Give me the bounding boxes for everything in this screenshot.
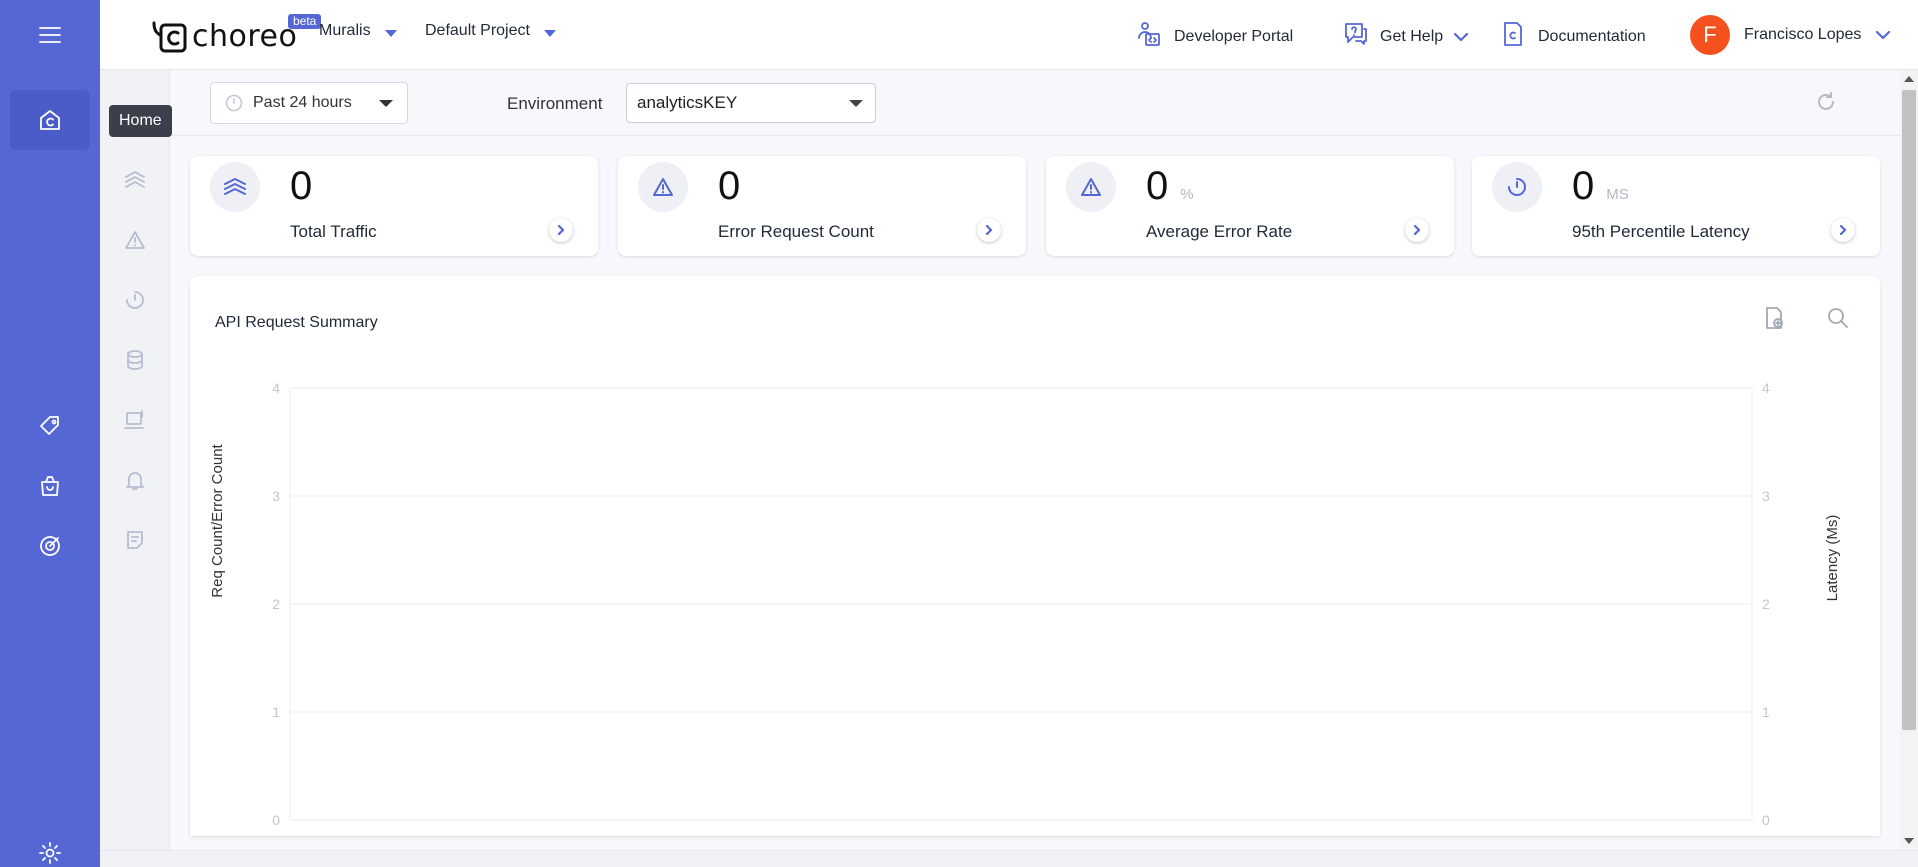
environment-value: analyticsKEY: [637, 93, 738, 112]
get-help-label: Get Help: [1380, 27, 1444, 45]
y-tick-label: 4: [272, 380, 280, 396]
api-request-summary-panel: API Request Summary 01234 01234 Req Coun…: [190, 276, 1880, 836]
chevron-right-icon[interactable]: [1831, 218, 1855, 242]
scrollbar-thumb[interactable]: [1902, 90, 1916, 730]
y2-axis-ticks: 0 1 2 3 4: [1762, 380, 1770, 828]
average-error-rate-label: Average Error Rate: [1146, 222, 1293, 241]
error-request-count-value: 0: [718, 164, 741, 208]
total-traffic-label: Total Traffic: [290, 222, 377, 241]
user-menu[interactable]: F Francisco Lopes: [1690, 15, 1891, 55]
time-range-select[interactable]: Past 24 hours: [210, 82, 408, 124]
documentation-icon: [1500, 20, 1526, 53]
choreo-logo-icon: [152, 21, 187, 53]
get-help-menu[interactable]: Get Help: [1342, 20, 1469, 53]
developer-portal-label: Developer Portal: [1174, 27, 1294, 45]
filter-bar: Past 24 hours Environment analyticsKEY: [170, 70, 1900, 136]
caret-down-icon: [543, 29, 556, 37]
latency-card: 0 MS 95th Percentile Latency: [1472, 156, 1880, 256]
total-traffic-card: 0 Total Traffic: [190, 156, 598, 256]
target-icon[interactable]: [0, 524, 100, 568]
clock-icon: [225, 94, 243, 112]
y2-tick-label: 4: [1762, 380, 1770, 396]
latency-label: 95th Percentile Latency: [1572, 222, 1750, 241]
settings-icon[interactable]: [0, 831, 100, 867]
beta-badge: beta: [288, 14, 322, 29]
secondary-sidebar: [100, 70, 170, 850]
environment-label: Environment: [507, 94, 603, 113]
layers-icon[interactable]: [100, 160, 170, 200]
org-selector[interactable]: Muralis: [319, 22, 397, 40]
latency-unit: MS: [1606, 186, 1629, 203]
warning-icon[interactable]: [100, 220, 170, 260]
time-range-value: Past 24 hours: [253, 94, 352, 111]
user-name: Francisco Lopes: [1744, 26, 1862, 43]
gauge-icon[interactable]: [100, 280, 170, 320]
chevron-right-icon[interactable]: [977, 218, 1001, 242]
choreo-logo[interactable]: choreo beta: [148, 14, 322, 56]
y2-tick-label: 3: [1762, 488, 1770, 504]
caret-down-icon: [384, 29, 397, 37]
error-request-count-label: Error Request Count: [718, 222, 874, 241]
primary-sidebar: [0, 0, 100, 867]
y2-tick-label: 0: [1762, 812, 1770, 828]
help-icon: [1342, 20, 1370, 53]
chevron-right-icon[interactable]: [1405, 218, 1429, 242]
project-name: Default Project: [425, 22, 530, 39]
warning-icon: [1066, 162, 1116, 212]
developer-portal-link[interactable]: Developer Portal: [1134, 20, 1293, 53]
y-tick-label: 1: [272, 704, 280, 720]
chevron-right-icon[interactable]: [549, 218, 573, 242]
y2-tick-label: 2: [1762, 596, 1770, 612]
y2-tick-label: 1: [1762, 704, 1770, 720]
vertical-scrollbar[interactable]: [1900, 70, 1918, 850]
project-selector[interactable]: Default Project: [425, 22, 556, 40]
chart-grid: [289, 387, 1753, 821]
documentation-label: Documentation: [1538, 27, 1646, 45]
average-error-rate-unit: %: [1180, 186, 1194, 203]
chevron-down-icon: [1454, 32, 1469, 41]
api-request-chart: 0 1 2 3 4 0 1 2 3 4 Req Count/Error Count Latenc…: [209, 380, 1841, 828]
latency-value: 0: [1572, 164, 1595, 208]
home-icon[interactable]: [10, 90, 90, 150]
warning-icon: [638, 162, 688, 212]
developer-portal-icon: [1134, 20, 1162, 53]
brand-name: choreo: [192, 18, 298, 54]
gauge-icon: [1492, 162, 1542, 212]
y-tick-label: 0: [272, 812, 280, 828]
y-tick-label: 2: [272, 596, 280, 612]
scroll-down-arrow[interactable]: [1904, 838, 1914, 844]
bottom-strip: [100, 850, 1918, 867]
shopping-bag-icon[interactable]: [0, 464, 100, 508]
total-traffic-value: 0: [290, 164, 313, 208]
y-tick-label: 3: [272, 488, 280, 504]
y-axis-label: Req Count/Error Count: [209, 443, 226, 597]
documentation-link[interactable]: Documentation: [1500, 20, 1646, 53]
report-icon[interactable]: [100, 520, 170, 560]
top-header: choreo beta Muralis Default Project Deve…: [100, 0, 1918, 70]
home-tooltip: Home: [109, 105, 172, 137]
avatar: F: [1690, 15, 1730, 55]
caret-down-icon: [849, 100, 863, 107]
menu-icon[interactable]: [0, 13, 100, 57]
average-error-rate-value: 0: [1146, 164, 1169, 208]
org-name: Muralis: [319, 22, 371, 39]
environment-select[interactable]: analyticsKEY: [626, 83, 876, 123]
scroll-up-arrow[interactable]: [1904, 76, 1914, 82]
average-error-rate-card: 0 % Average Error Rate: [1046, 156, 1454, 256]
y2-axis-label: Latency (Ms): [1824, 515, 1841, 602]
database-icon[interactable]: [100, 340, 170, 380]
y-axis-ticks: 0 1 2 3 4: [272, 380, 280, 828]
chevron-down-icon: [1876, 30, 1891, 40]
error-request-count-card: 0 Error Request Count: [618, 156, 1026, 256]
refresh-icon[interactable]: [1814, 90, 1838, 119]
layers-icon: [210, 162, 260, 212]
bell-icon[interactable]: [100, 460, 170, 500]
tag-icon[interactable]: [0, 404, 100, 448]
device-icon[interactable]: [100, 400, 170, 440]
caret-down-icon: [379, 100, 393, 107]
